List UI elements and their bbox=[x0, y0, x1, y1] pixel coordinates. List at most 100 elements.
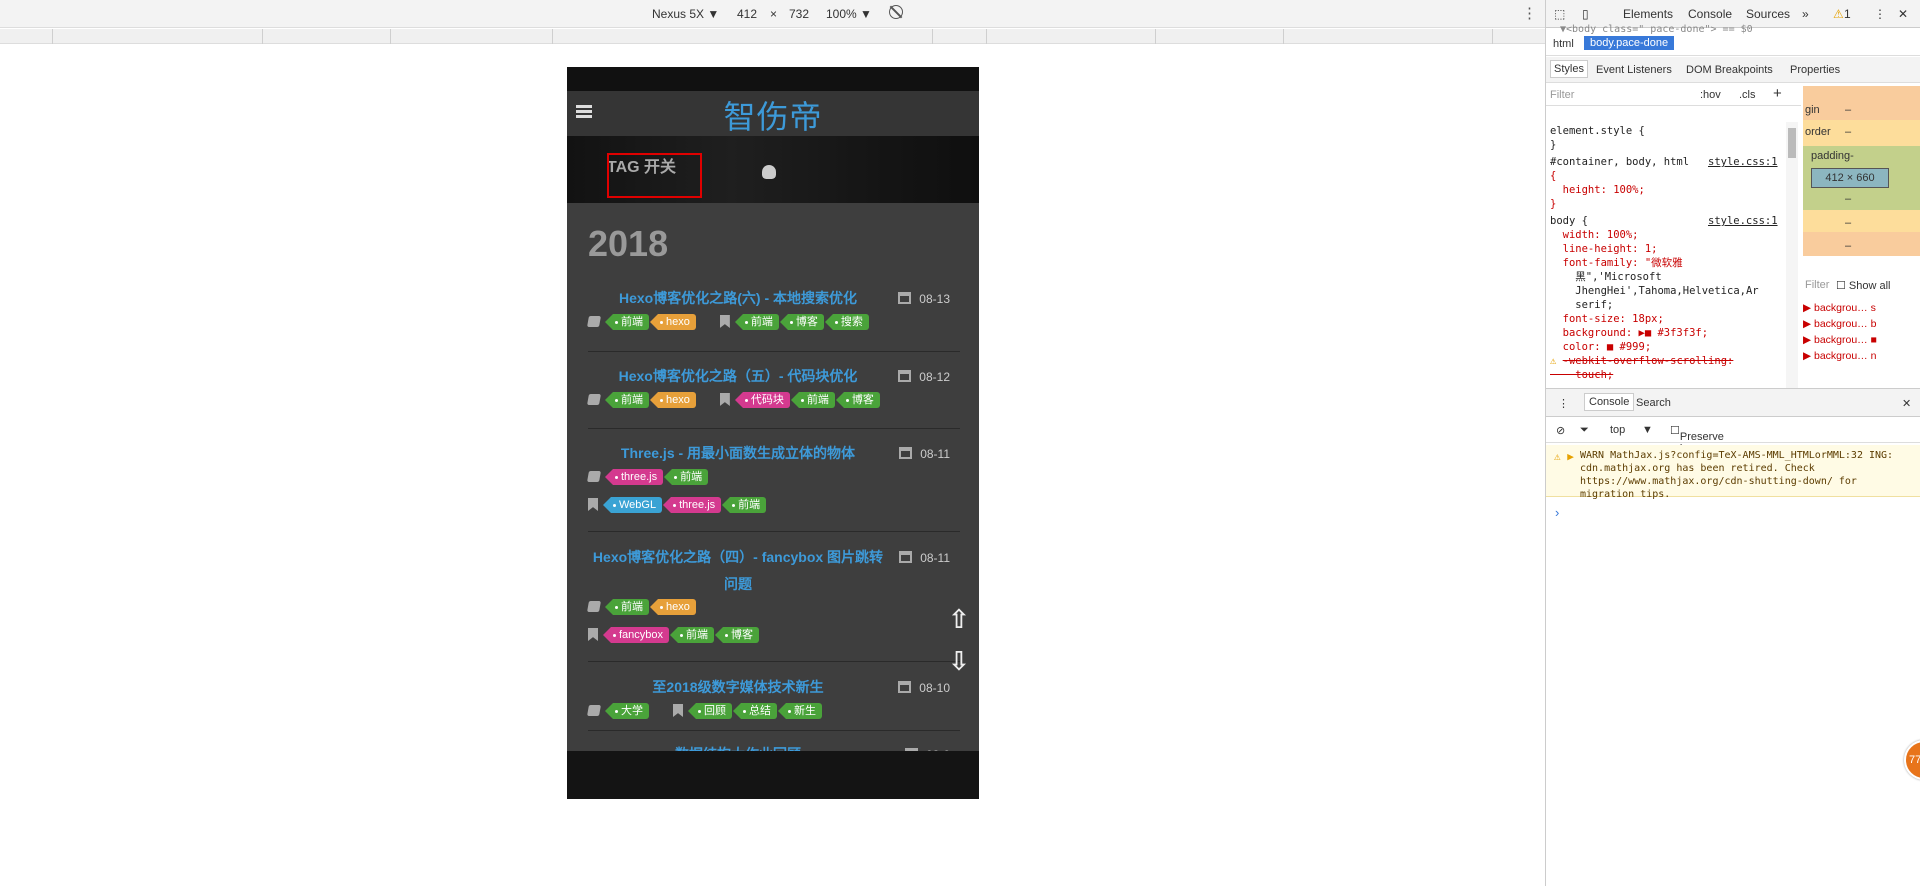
box-model-dash: – bbox=[1845, 217, 1852, 229]
show-all-checkbox[interactable]: ☐ Show all bbox=[1836, 279, 1891, 292]
console-prompt[interactable]: › bbox=[1555, 505, 1559, 520]
tag[interactable]: 前端 bbox=[790, 391, 835, 408]
device-select[interactable]: Nexus 5X ▼ bbox=[652, 7, 719, 21]
tag[interactable]: three.js bbox=[663, 496, 722, 513]
github-icon[interactable] bbox=[762, 165, 776, 179]
styles-scrollbar[interactable] bbox=[1786, 122, 1798, 388]
warning-icon[interactable]: ⚠ bbox=[1833, 7, 1844, 21]
drawer-menu-icon[interactable]: ⋮ bbox=[1558, 397, 1569, 410]
tag-row: 前端 hexo 前端 博客 搜索 bbox=[587, 311, 869, 331]
site-logo[interactable]: 智伤帝 bbox=[567, 92, 979, 138]
breadcrumb-item[interactable]: html bbox=[1553, 38, 1574, 50]
category-tag[interactable]: 前端 bbox=[605, 598, 649, 615]
class-toggle[interactable]: .cls bbox=[1739, 89, 1756, 101]
styles-filter-input[interactable]: Filter bbox=[1550, 89, 1574, 101]
category-tag[interactable]: 前端 bbox=[605, 313, 649, 330]
tag[interactable]: 前端 bbox=[670, 626, 715, 643]
tag[interactable]: 回顾 bbox=[688, 702, 732, 719]
tag[interactable]: 前端 bbox=[722, 496, 767, 513]
close-icon[interactable]: ✕ bbox=[1898, 7, 1908, 21]
rule-selector[interactable]: #container, body, html bbox=[1550, 156, 1689, 168]
tab-event-listeners[interactable]: Event Listeners bbox=[1596, 64, 1672, 76]
rule-body[interactable]: { height: 100%; } bbox=[1550, 169, 1790, 211]
tab-elements[interactable]: Elements bbox=[1623, 7, 1673, 21]
category-tag[interactable]: 前端 bbox=[664, 468, 709, 485]
post-title[interactable]: 数据结构大作业回顾 bbox=[588, 741, 888, 751]
post-title[interactable]: 至2018级数字媒体技术新生 bbox=[588, 674, 888, 701]
footer-bar bbox=[567, 751, 979, 799]
tag[interactable]: 前端 bbox=[734, 313, 779, 330]
console-warning-message: ⚠ ▶ WARN MathJax.js?config=TeX-AMS-MML_H… bbox=[1546, 445, 1920, 500]
devtools-menu-icon[interactable]: ⋮ bbox=[1874, 7, 1886, 21]
preserve-log-checkbox[interactable]: ☐ Preserve log bbox=[1670, 424, 1724, 455]
tab-console[interactable]: Console bbox=[1688, 7, 1732, 21]
post-title[interactable]: Hexo博客优化之路（五）- 代码块优化 bbox=[588, 363, 888, 390]
computed-item[interactable]: ▶ backgrou… n bbox=[1803, 348, 1920, 364]
computed-item[interactable]: ▶ backgrou… s bbox=[1803, 300, 1920, 316]
context-select[interactable]: top bbox=[1610, 424, 1625, 436]
zoom-select[interactable]: 100% ▼ bbox=[826, 7, 872, 21]
tab-properties[interactable]: Properties bbox=[1790, 64, 1840, 76]
category-tag[interactable]: hexo bbox=[650, 598, 696, 615]
tab-dom-breakpoints[interactable]: DOM Breakpoints bbox=[1686, 64, 1773, 76]
width-field[interactable]: 412 bbox=[737, 7, 757, 21]
tag[interactable]: 总结 bbox=[733, 702, 777, 719]
clear-console-icon[interactable]: ⊘ bbox=[1556, 424, 1565, 437]
tag[interactable]: WebGL bbox=[602, 496, 663, 513]
rule-property[interactable]: line-height: 1; bbox=[1550, 242, 1790, 256]
rule-source-link[interactable]: style.css:1 bbox=[1708, 155, 1778, 169]
rule-property[interactable]: font-family: "微软雅 bbox=[1550, 256, 1790, 270]
rule-element-style[interactable]: element.style { } bbox=[1550, 124, 1790, 152]
post-title[interactable]: Three.js - 用最小面数生成立体的物体 bbox=[588, 440, 888, 467]
device-toggle-icon[interactable]: ▯ bbox=[1582, 7, 1589, 21]
tag[interactable]: 新生 bbox=[778, 702, 822, 719]
tab-styles[interactable]: Styles bbox=[1550, 60, 1588, 78]
more-tabs-button[interactable]: » bbox=[1802, 7, 1809, 21]
category-tag[interactable]: hexo bbox=[650, 313, 696, 330]
category-tag[interactable]: 前端 bbox=[605, 391, 649, 408]
calendar-icon bbox=[899, 551, 913, 563]
category-tag[interactable]: three.js bbox=[604, 468, 664, 485]
tag[interactable]: 代码块 bbox=[734, 391, 790, 408]
tag[interactable]: fancybox bbox=[602, 626, 670, 643]
hover-state-toggle[interactable]: :hov bbox=[1700, 89, 1721, 101]
rule-selector[interactable]: body { bbox=[1550, 215, 1588, 227]
warning-text[interactable]: WARN MathJax.js?config=TeX-AMS-MML_HTMLo… bbox=[1580, 450, 1893, 500]
tag[interactable]: 搜索 bbox=[824, 313, 869, 330]
post-title[interactable]: Hexo博客优化之路(六) - 本地搜索优化 bbox=[588, 285, 888, 312]
breadcrumb-item-active[interactable]: body.pace-done bbox=[1584, 36, 1675, 50]
rule-property[interactable]: font-size: 18px; bbox=[1550, 312, 1790, 326]
category-tag[interactable]: 大学 bbox=[605, 702, 649, 719]
category-icon bbox=[587, 471, 601, 482]
tab-console-drawer[interactable]: Console bbox=[1584, 393, 1635, 411]
rule-property[interactable]: color: ■ #999; bbox=[1550, 340, 1790, 354]
selected-node[interactable]: ▼<body class=" pace-done"> == $0 bbox=[1560, 24, 1753, 35]
chevron-down-icon[interactable]: ▼ bbox=[1642, 424, 1653, 436]
rotate-icon[interactable] bbox=[889, 5, 903, 19]
more-options-icon[interactable]: ⋮ bbox=[1522, 4, 1537, 22]
scroll-up-icon[interactable]: ⇧ bbox=[948, 605, 970, 635]
drawer-close-icon[interactable]: ✕ bbox=[1902, 397, 1911, 410]
computed-filter-input[interactable]: Filter bbox=[1805, 279, 1829, 291]
calendar-icon bbox=[899, 447, 913, 459]
tag[interactable]: 博客 bbox=[779, 313, 824, 330]
rule-property[interactable]: width: 100%; bbox=[1550, 228, 1790, 242]
inspect-icon[interactable]: ⬚ bbox=[1554, 7, 1565, 21]
tag[interactable]: 博客 bbox=[835, 391, 880, 408]
post-list: 2018 Hexo博客优化之路(六) - 本地搜索优化 08-13 前端 hexo… bbox=[567, 203, 979, 751]
rule-property-invalid[interactable]: -webkit-overflow-scrolling: bbox=[1563, 355, 1734, 367]
post-title[interactable]: Hexo博客优化之路（四）- fancybox 图片跳转问题 bbox=[588, 544, 888, 598]
scroll-down-icon[interactable]: ⇩ bbox=[948, 647, 970, 677]
tab-search[interactable]: Search bbox=[1636, 397, 1671, 409]
tag[interactable]: 博客 bbox=[715, 626, 760, 643]
tab-sources[interactable]: Sources bbox=[1746, 7, 1790, 21]
height-field[interactable]: 732 bbox=[789, 7, 809, 21]
new-rule-button[interactable]: + bbox=[1773, 85, 1782, 102]
category-tag[interactable]: hexo bbox=[650, 391, 696, 408]
computed-item[interactable]: ▶ backgrou… b bbox=[1803, 316, 1920, 332]
rule-property[interactable]: background: ▶■ #3f3f3f; bbox=[1550, 326, 1790, 340]
console-drawer: ⋮ Console Search ✕ ⊘ ⏷ top ▼ ☐ Preserve … bbox=[1546, 388, 1920, 886]
rule-source-link[interactable]: style.css:1 bbox=[1708, 214, 1778, 228]
filter-icon[interactable]: ⏷ bbox=[1580, 424, 1589, 437]
computed-item[interactable]: ▶ backgrou… ■ bbox=[1803, 332, 1920, 348]
